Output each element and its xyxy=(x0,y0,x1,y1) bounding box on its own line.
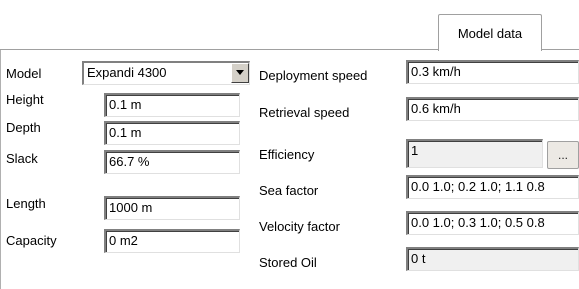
retrieval-speed-label: Retrieval speed xyxy=(259,105,350,120)
height-label: Height xyxy=(6,92,44,107)
model-select[interactable]: Expandi 4300 xyxy=(82,61,250,85)
stored-oil-label: Stored Oil xyxy=(259,255,317,270)
sea-factor-label: Sea factor xyxy=(259,183,319,198)
sea-factor-field[interactable]: 0.0 1.0; 0.2 1.0; 1.1 0.8 xyxy=(406,175,579,199)
slack-label: Slack xyxy=(6,151,38,166)
model-data-panel: Model data Model Expandi 4300 Height 0.1… xyxy=(0,0,579,289)
deployment-speed-label: Deployment speed xyxy=(259,68,368,83)
efficiency-field[interactable]: 1 xyxy=(406,139,543,168)
deployment-speed-field[interactable]: 0.3 km/h xyxy=(406,60,579,84)
model-select-value: Expandi 4300 xyxy=(87,65,167,80)
depth-field[interactable]: 0.1 m xyxy=(104,121,240,145)
height-field[interactable]: 0.1 m xyxy=(104,93,240,117)
capacity-field[interactable]: 0 m2 xyxy=(104,229,240,253)
retrieval-speed-field[interactable]: 0.6 km/h xyxy=(406,97,579,121)
depth-label: Depth xyxy=(6,120,41,135)
efficiency-label: Efficiency xyxy=(259,147,315,162)
slack-field[interactable]: 66.7 % xyxy=(104,150,240,174)
chevron-down-icon xyxy=(236,70,244,75)
stored-oil-field: 0 t xyxy=(406,247,579,271)
model-dropdown-button[interactable] xyxy=(231,63,249,83)
velocity-factor-label: Velocity factor xyxy=(259,219,340,234)
capacity-label: Capacity xyxy=(6,233,57,248)
velocity-factor-field[interactable]: 0.0 1.0; 0.3 1.0; 0.5 0.8 xyxy=(406,211,579,235)
panel-left-edge xyxy=(0,50,1,289)
length-field[interactable]: 1000 m xyxy=(104,196,240,220)
efficiency-browse-button[interactable]: ... xyxy=(547,141,579,169)
model-label: Model xyxy=(6,66,42,81)
tab-model-data-label: Model data xyxy=(457,25,523,41)
length-label: Length xyxy=(6,196,46,211)
tab-model-data[interactable]: Model data xyxy=(438,14,542,51)
